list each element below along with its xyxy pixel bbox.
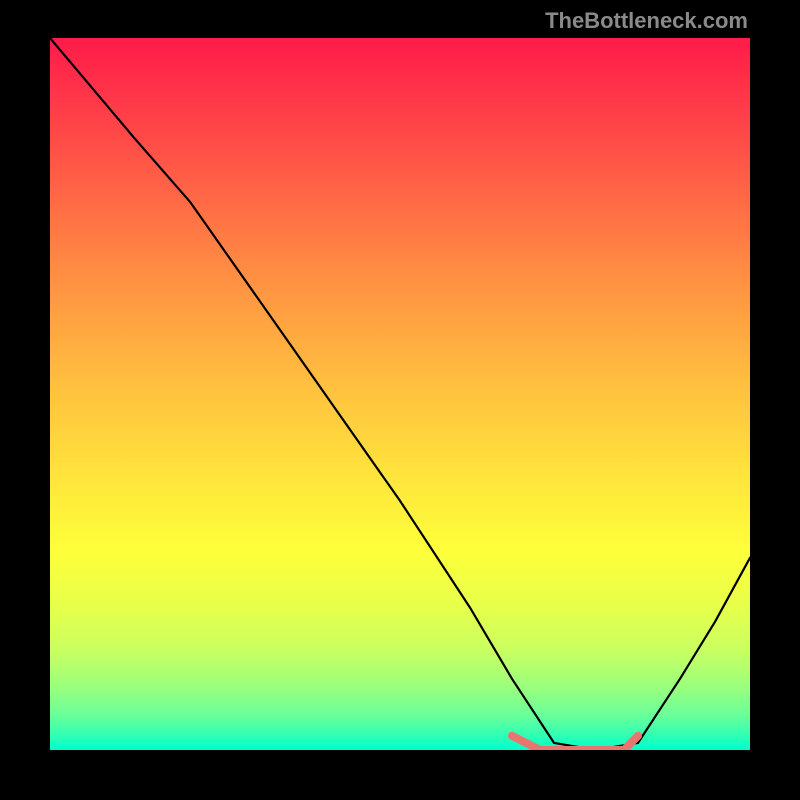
attribution-watermark: TheBottleneck.com	[545, 8, 748, 34]
optimal-range-marker	[512, 736, 638, 750]
chart-curves-svg	[50, 38, 750, 750]
data-curve	[50, 38, 750, 750]
chart-container: TheBottleneck.com	[0, 0, 800, 800]
